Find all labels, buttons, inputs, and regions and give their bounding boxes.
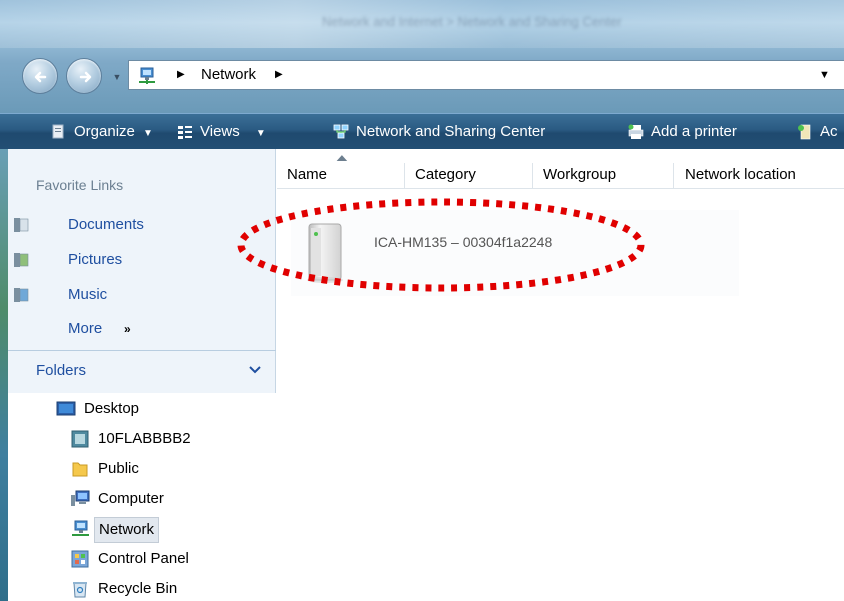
computer-icon [71,490,90,506]
highlight-annotation [237,198,645,292]
network-sharing-center-label: Network and Sharing Center [356,123,546,140]
window-title: Network and Internet > Network and Shari… [322,14,622,29]
column-header-workgroup[interactable]: Workgroup [543,149,616,189]
divider [8,350,276,351]
music-icon [14,288,29,302]
back-arrow-icon [34,71,47,83]
forward-button[interactable] [66,58,102,94]
column-headers: ▲ Name Category Workgroup Network locati… [277,149,844,189]
highlight-ellipse [237,198,645,292]
command-bar: Organize ▼ Views ▼ Network and Sharing C… [0,113,844,149]
forward-arrow-icon [79,71,92,83]
add-device-label: Ac [820,123,838,140]
organize-label: Organize [74,123,135,140]
folder-tree: Desktop 10FLABBBB2 Public Computer Netwo… [8,393,276,601]
address-bar[interactable]: ▶ Network ▶ ▼ [128,60,844,90]
network-icon [139,67,155,84]
organize-dropdown-icon: ▼ [143,128,153,139]
folders-header[interactable]: Folders [36,362,86,379]
recycle-bin-icon [73,582,87,598]
column-divider[interactable] [673,163,674,189]
desktop-edge [0,113,8,601]
tree-item-label: Desktop [84,400,140,417]
add-device-icon [798,124,811,140]
add-device-button[interactable]: Ac [796,114,838,150]
favorite-link-label: Documents [68,216,144,233]
control-panel-icon [71,550,89,568]
add-printer-button[interactable]: Add a printer [627,114,737,150]
views-dropdown-icon: ▼ [255,128,266,139]
address-dropdown-icon[interactable]: ▼ [819,69,830,81]
recent-pages-dropdown-icon[interactable]: ▼ [110,70,124,84]
tree-item-label: Network [94,517,160,543]
desktop-icon [56,401,76,416]
chevron-down-icon[interactable] [248,363,262,377]
tree-item-label: Computer [98,490,164,507]
tree-item-label: Recycle Bin [98,580,178,597]
printer-icon [628,124,644,140]
network-icon [72,520,89,536]
organize-icon [52,124,64,139]
column-divider[interactable] [404,163,405,189]
network-sharing-icon [333,124,349,139]
more-chevron-icon[interactable]: » [124,322,131,336]
favorite-link-label: Pictures [68,251,123,268]
sort-ascending-icon: ▲ [333,153,351,164]
breadcrumb-arrow-icon[interactable]: ▶ [177,69,185,80]
column-header-network-location[interactable]: Network location [685,149,796,189]
tree-item-label: Public [98,460,139,477]
documents-icon [14,218,29,232]
organize-button[interactable]: Organize ▼ [50,114,153,150]
more-links[interactable]: More [68,320,102,337]
breadcrumb-network[interactable]: Network [201,66,256,83]
views-icon [178,126,192,140]
breadcrumb-arrow-icon[interactable]: ▶ [275,69,283,80]
explorer-window: Network and Internet > Network and Shari… [0,0,844,601]
folder-icon [72,462,88,477]
network-sharing-center-button[interactable]: Network and Sharing Center [332,114,545,150]
favorite-link-label: Music [68,286,108,303]
column-divider[interactable] [532,163,533,189]
user-folder-icon [71,430,89,448]
favorite-links-header: Favorite Links [36,177,124,193]
add-printer-label: Add a printer [651,123,737,140]
tree-item-label: 10FLABBBB2 [98,430,191,447]
views-label: Views [200,123,240,140]
column-header-name[interactable]: Name [287,149,327,189]
views-button[interactable]: Views ▼ [176,114,266,150]
column-header-category[interactable]: Category [415,149,476,189]
tree-item-label: Control Panel [98,550,189,567]
back-button[interactable] [22,58,58,94]
pictures-icon [14,253,29,267]
